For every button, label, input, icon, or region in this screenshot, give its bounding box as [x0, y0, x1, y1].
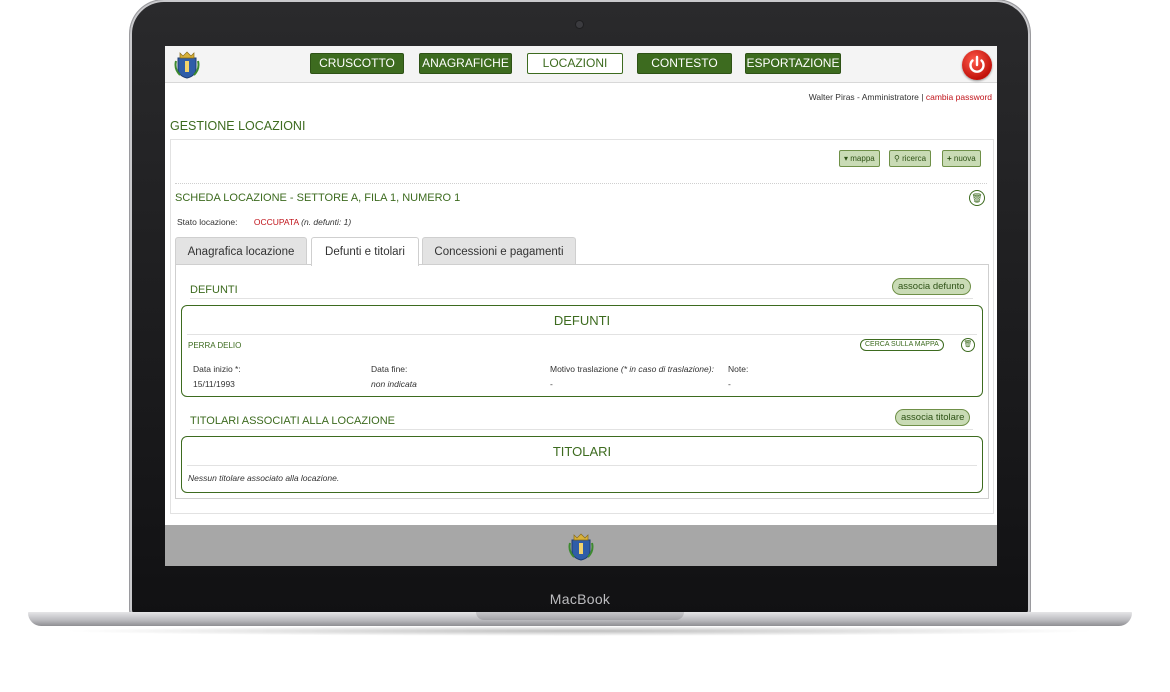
- search-button-label: ricerca: [902, 154, 927, 163]
- map-button-label: mappa: [850, 154, 875, 163]
- nav-cruscotto[interactable]: CRUSCOTTO: [310, 53, 404, 74]
- search-icon: ⚲: [894, 154, 900, 163]
- separator: [190, 298, 973, 299]
- nav-esportazione[interactable]: ESPORTAZIONE: [745, 53, 841, 74]
- stato-label: Stato locazione:: [177, 217, 238, 227]
- scheda-title: SCHEDA LOCAZIONE - SETTORE A, FILA 1, NU…: [175, 192, 461, 204]
- plus-icon: +: [947, 154, 952, 163]
- coat-of-arms-icon[interactable]: [174, 49, 200, 79]
- map-marker-icon: ▾: [844, 154, 849, 163]
- trash-icon[interactable]: 🗑: [961, 338, 975, 352]
- separator: [190, 429, 973, 430]
- laptop-notch: [476, 612, 684, 620]
- footer: [165, 525, 997, 566]
- new-button[interactable]: + nuova: [942, 150, 981, 167]
- data-fine-value: non indicata: [371, 379, 417, 389]
- tab-defunti-titolari[interactable]: Defunti e titolari: [311, 237, 419, 266]
- motivo-hint: (* in caso di traslazione):: [620, 364, 714, 374]
- stato-locazione: Stato locazione: OCCUPATA (n. defunti: 1…: [177, 217, 351, 227]
- defunto-name[interactable]: PERRA DELIO: [188, 341, 241, 350]
- box-separator: [187, 334, 977, 335]
- page-title: GESTIONE LOCAZIONI: [170, 119, 306, 133]
- nav-locazioni[interactable]: LOCAZIONI: [527, 53, 623, 74]
- motivo-traslazione-label: Motivo traslazione (* in caso di traslaz…: [550, 364, 714, 374]
- laptop-shadow: [60, 626, 1100, 636]
- device-label: MacBook: [549, 591, 611, 607]
- data-fine-label: Data fine:: [371, 364, 408, 374]
- titolari-box: TITOLARI Nessun titolare associato alla …: [181, 436, 983, 493]
- top-navigation: CRUSCOTTO ANAGRAFICHE LOCAZIONI CONTESTO…: [165, 46, 997, 83]
- data-inizio-value: 15/11/1993: [193, 379, 235, 389]
- divider: [175, 183, 987, 184]
- tab-anagrafica-locazione[interactable]: Anagrafica locazione: [175, 237, 307, 265]
- motivo-label-text: Motivo traslazione: [550, 364, 619, 374]
- search-button[interactable]: ⚲ ricerca: [889, 150, 932, 167]
- note-value: -: [728, 379, 731, 389]
- note-label: Note:: [728, 364, 749, 374]
- coat-of-arms-icon: [568, 533, 594, 561]
- associa-titolare-button[interactable]: associa titolare: [895, 409, 971, 426]
- camera-icon: [576, 21, 583, 28]
- titolari-box-title: TITOLARI: [552, 444, 612, 459]
- trash-icon[interactable]: 🗑: [969, 190, 985, 206]
- cerca-sulla-mappa-button[interactable]: CERCA SULLA MAPPA: [860, 339, 944, 351]
- app-screen: CRUSCOTTO ANAGRAFICHE LOCAZIONI CONTESTO…: [165, 46, 997, 566]
- user-info: Walter Piras - Amministratore | cambia p…: [809, 92, 992, 102]
- new-button-label: nuova: [953, 154, 976, 163]
- change-password-link[interactable]: cambia password: [926, 92, 992, 102]
- nav-anagrafiche[interactable]: ANAGRAFICHE: [419, 53, 512, 74]
- user-name-role: Walter Piras - Amministratore |: [808, 92, 924, 102]
- titolari-section-title: TITOLARI ASSOCIATI ALLA LOCAZIONE: [190, 415, 395, 427]
- motivo-traslazione-value: -: [550, 379, 553, 389]
- box-separator: [187, 465, 977, 466]
- defunti-box: DEFUNTI PERRA DELIO CERCA SULLA MAPPA 🗑 …: [181, 305, 983, 397]
- data-inizio-label: Data inizio *:: [193, 364, 241, 374]
- defunti-box-title: DEFUNTI: [553, 313, 611, 328]
- titolari-empty-note: Nessun titolare associato alla locazione…: [188, 473, 340, 483]
- power-icon[interactable]: [962, 50, 992, 80]
- associa-defunto-button[interactable]: associa defunto: [892, 278, 971, 295]
- stato-note: (n. defunti: 1): [301, 217, 352, 227]
- map-button[interactable]: ▾ mappa: [839, 150, 880, 167]
- tab-concessioni-pagamenti[interactable]: Concessioni e pagamenti: [422, 237, 576, 265]
- nav-contesto[interactable]: CONTESTO: [637, 53, 732, 74]
- defunti-section-title: DEFUNTI: [190, 284, 238, 296]
- stato-value: OCCUPATA: [253, 217, 299, 227]
